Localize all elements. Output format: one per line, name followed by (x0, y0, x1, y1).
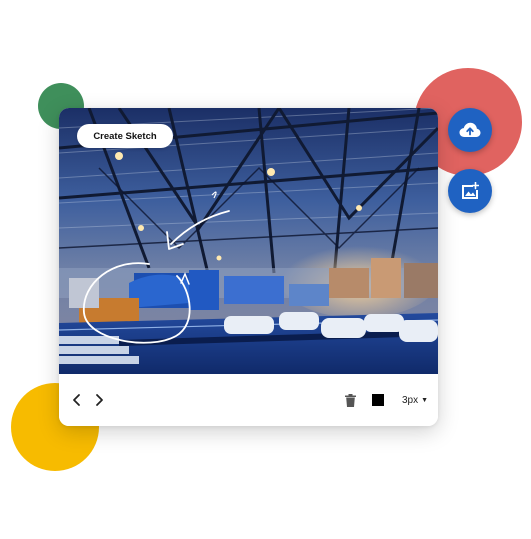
chevron-right-icon (96, 394, 103, 406)
next-button[interactable] (91, 390, 107, 410)
stroke-width-value: 3px (401, 394, 419, 406)
previous-button[interactable] (69, 390, 85, 410)
add-image-button[interactable] (448, 169, 492, 213)
delete-button[interactable] (342, 390, 358, 410)
stroke-width-select[interactable]: 3px ▼ (397, 391, 433, 409)
cloud-upload-icon (459, 122, 481, 137)
trash-icon (344, 393, 356, 407)
upload-button[interactable] (448, 108, 492, 152)
brush-color-swatch[interactable] (372, 394, 384, 406)
chevron-left-icon (73, 394, 80, 406)
sketch-toolbar: 3px ▼ (59, 374, 438, 426)
create-sketch-button[interactable]: Create Sketch (77, 124, 173, 148)
sketch-editor-card: Create Sketch 3px ▼ (59, 108, 438, 426)
add-image-icon (462, 182, 479, 199)
caret-down-icon: ▼ (421, 396, 429, 404)
